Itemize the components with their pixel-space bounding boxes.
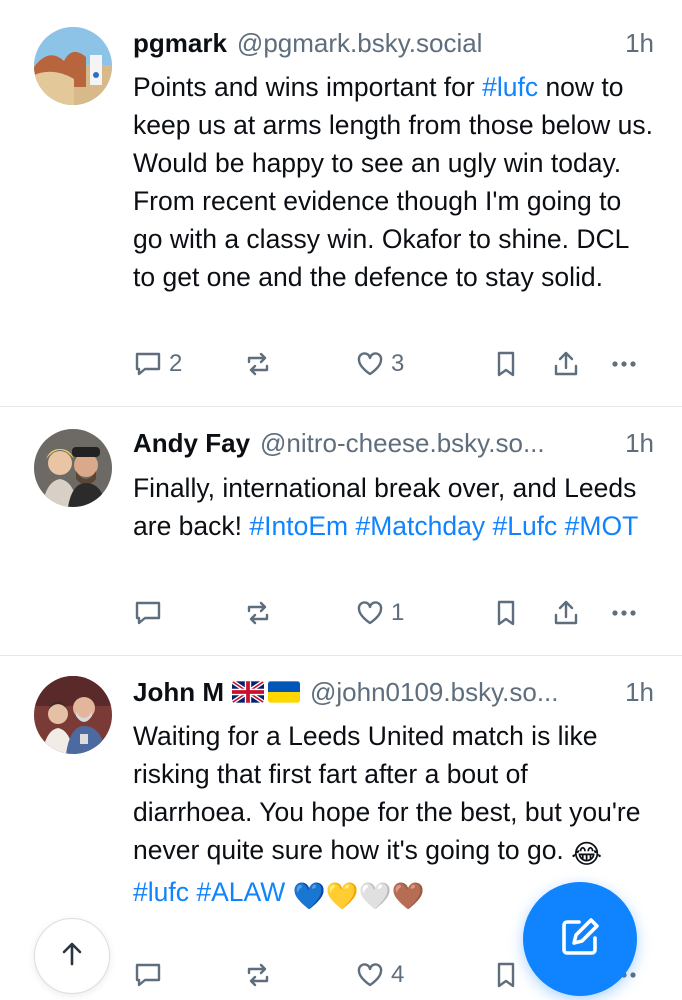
reply-bubble-icon [133,598,163,628]
emoji: 😂 [571,839,603,869]
author-handle[interactable]: @pgmark.bsky.social [237,28,613,59]
repost-button[interactable] [243,344,279,384]
reply-button[interactable] [133,593,169,633]
more-dots-icon [609,598,639,628]
like-button[interactable]: 4 [355,955,404,995]
like-count: 1 [391,599,405,626]
post-time[interactable]: 1h [625,428,654,459]
post-time[interactable]: 1h [625,28,654,59]
author-handle[interactable]: @john0109.bsky.so... [310,677,613,708]
text-segment: Waiting for a Leeds United match is like… [133,721,641,865]
hashtag-link[interactable]: #Lufc [492,511,557,541]
text-segment [557,511,564,541]
bookmark-icon [491,960,521,990]
repost-icon [243,960,273,990]
share-button[interactable] [551,593,581,633]
author-handle[interactable]: @nitro-cheese.bsky.so... [260,428,613,459]
more-dots-icon [609,349,639,379]
author-name[interactable]: Andy Fay [133,428,250,459]
like-count: 4 [391,961,405,988]
avatar[interactable] [34,676,112,754]
repost-button[interactable] [243,955,279,995]
heart-icon [355,598,385,628]
hashtag-link[interactable]: #Matchday [355,511,485,541]
scroll-to-top-button[interactable] [34,918,110,994]
author-name[interactable]: pgmark [133,28,227,59]
post-text: Points and wins important for #lufc now … [133,68,653,296]
avatar[interactable] [34,429,112,507]
more-button[interactable] [609,593,639,633]
emoji: 💙💛🤍🤎 [292,881,425,911]
post-text: Finally, international break over, and L… [133,469,653,545]
hashtag-link[interactable]: #lufc [482,72,538,102]
hashtag-link[interactable]: #ALAW [196,877,285,907]
bookmark-button[interactable] [491,593,521,633]
post-actions: 2 3 [133,344,653,384]
repost-button[interactable] [243,593,279,633]
uk-flag-icon [232,681,264,703]
reply-bubble-icon [133,960,163,990]
bookmark-button[interactable] [491,955,521,995]
post-header: John M @john0109.bsky.so... 1h [133,674,654,710]
hashtag-link[interactable]: #lufc [133,877,189,907]
post-2[interactable]: Andy Fay @nitro-cheese.bsky.so... 1h Fin… [0,407,682,656]
compose-icon [557,914,603,965]
reply-button[interactable]: 2 [133,344,182,384]
hashtag-link[interactable]: #MOT [565,511,639,541]
post-header: pgmark @pgmark.bsky.social 1h [133,25,654,61]
bookmark-icon [491,349,521,379]
ukraine-flag-icon [268,681,300,703]
share-icon [551,349,581,379]
more-button[interactable] [609,344,639,384]
bookmark-icon [491,598,521,628]
reply-bubble-icon [133,349,163,379]
post-actions: 1 [133,593,653,633]
post-time[interactable]: 1h [625,677,654,708]
avatar-image [34,27,112,105]
arrow-up-icon [57,939,87,974]
repost-icon [243,598,273,628]
text-segment [285,877,292,907]
author-flags [232,681,300,703]
compose-button[interactable] [523,882,637,996]
feed: pgmark @pgmark.bsky.social 1h Points and… [0,0,682,1000]
author-name[interactable]: John M [133,677,224,708]
like-count: 3 [391,350,405,377]
share-button[interactable] [551,344,581,384]
like-button[interactable]: 3 [355,344,404,384]
text-segment: Points and wins important for [133,72,483,102]
avatar[interactable] [34,27,112,105]
reply-count: 2 [169,350,183,377]
share-icon [551,598,581,628]
hashtag-link[interactable]: #IntoEm [249,511,348,541]
post-1[interactable]: pgmark @pgmark.bsky.social 1h Points and… [0,0,682,407]
heart-icon [355,960,385,990]
like-button[interactable]: 1 [355,593,404,633]
avatar-image [34,429,112,507]
post-header: Andy Fay @nitro-cheese.bsky.so... 1h [133,425,654,461]
text-segment: now to keep us at arms length from those… [133,72,653,292]
repost-icon [243,349,273,379]
avatar-image [34,676,112,754]
bookmark-button[interactable] [491,344,521,384]
reply-button[interactable] [133,955,169,995]
heart-icon [355,349,385,379]
